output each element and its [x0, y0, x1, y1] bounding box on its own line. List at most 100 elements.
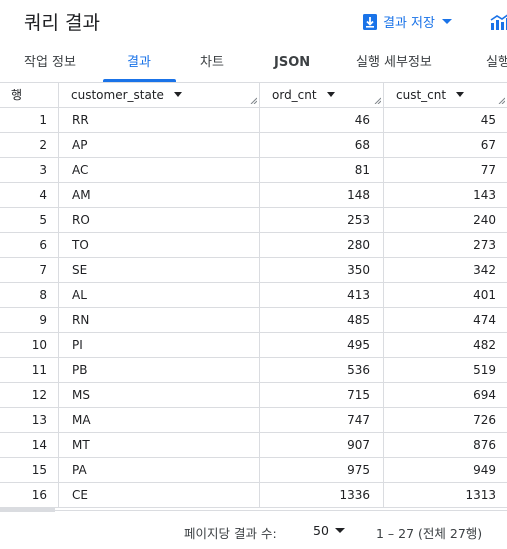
table-row[interactable]: 12 MS 715 694 [0, 383, 507, 408]
cell-ord-cnt[interactable]: 413 [260, 283, 384, 308]
column-header-customer-state[interactable]: customer_state [59, 83, 260, 108]
per-page-value: 50 [313, 523, 329, 538]
cell-cust-cnt[interactable]: 694 [384, 383, 507, 408]
cell-customer-state[interactable]: MA [59, 408, 260, 433]
cell-ord-cnt[interactable]: 485 [260, 308, 384, 333]
column-resize-handle[interactable] [374, 97, 381, 104]
cell-customer-state[interactable]: SE [59, 258, 260, 283]
table-row[interactable]: 5 RO 253 240 [0, 208, 507, 233]
row-number: 11 [0, 358, 59, 383]
download-icon [363, 13, 377, 30]
cell-customer-state[interactable]: MS [59, 383, 260, 408]
cell-ord-cnt[interactable]: 68 [260, 133, 384, 158]
tab-execution-details[interactable]: 실행 세부정보 [356, 44, 432, 82]
cell-customer-state[interactable]: PA [59, 458, 260, 483]
cell-cust-cnt[interactable]: 77 [384, 158, 507, 183]
cell-cust-cnt[interactable]: 240 [384, 208, 507, 233]
cell-ord-cnt[interactable]: 975 [260, 458, 384, 483]
cell-cust-cnt[interactable]: 143 [384, 183, 507, 208]
result-tabs: 작업 정보 결과 차트 JSON 실행 세부정보 실행 [0, 44, 507, 83]
cell-customer-state[interactable]: RO [59, 208, 260, 233]
column-header-cust-cnt[interactable]: cust_cnt [384, 83, 507, 108]
chart-explore-icon[interactable] [490, 13, 507, 31]
cell-customer-state[interactable]: CE [59, 483, 260, 508]
cell-cust-cnt[interactable]: 273 [384, 233, 507, 258]
cell-ord-cnt[interactable]: 350 [260, 258, 384, 283]
row-number: 1 [0, 108, 59, 133]
table-row[interactable]: 11 PB 536 519 [0, 358, 507, 383]
cell-cust-cnt[interactable]: 342 [384, 258, 507, 283]
cell-customer-state[interactable]: MT [59, 433, 260, 458]
column-resize-handle[interactable] [250, 97, 257, 104]
cell-cust-cnt[interactable]: 474 [384, 308, 507, 333]
cell-ord-cnt[interactable]: 46 [260, 108, 384, 133]
cell-cust-cnt[interactable]: 949 [384, 458, 507, 483]
cell-customer-state[interactable]: AP [59, 133, 260, 158]
row-number: 14 [0, 433, 59, 458]
cell-ord-cnt[interactable]: 495 [260, 333, 384, 358]
table-row[interactable]: 10 PI 495 482 [0, 333, 507, 358]
cell-customer-state[interactable]: TO [59, 233, 260, 258]
table-row[interactable]: 9 RN 485 474 [0, 308, 507, 333]
cell-customer-state[interactable]: RR [59, 108, 260, 133]
per-page-select[interactable]: 50 [313, 523, 345, 538]
cell-cust-cnt[interactable]: 876 [384, 433, 507, 458]
pagination-footer: 페이지당 결과 수: 50 1 – 27 (전체 27행) [0, 510, 507, 549]
cell-ord-cnt[interactable]: 907 [260, 433, 384, 458]
table-header-row: 행 customer_state ord_cnt cust_cnt [0, 83, 507, 108]
tab-job-info[interactable]: 작업 정보 [24, 44, 76, 82]
results-table: 행 customer_state ord_cnt cust_cnt 1 RR 46 4… [0, 83, 507, 508]
cell-ord-cnt[interactable]: 747 [260, 408, 384, 433]
cell-cust-cnt[interactable]: 482 [384, 333, 507, 358]
cell-cust-cnt[interactable]: 401 [384, 283, 507, 308]
table-row[interactable]: 14 MT 907 876 [0, 433, 507, 458]
cell-customer-state[interactable]: RN [59, 308, 260, 333]
cell-ord-cnt[interactable]: 536 [260, 358, 384, 383]
row-number: 5 [0, 208, 59, 233]
cell-customer-state[interactable]: AM [59, 183, 260, 208]
chevron-down-icon [441, 19, 452, 24]
cell-customer-state[interactable]: PI [59, 333, 260, 358]
cell-ord-cnt[interactable]: 81 [260, 158, 384, 183]
tab-execution-graph[interactable]: 실행 [486, 44, 507, 82]
sort-menu-icon[interactable] [456, 92, 465, 97]
tab-results[interactable]: 결과 [127, 44, 151, 82]
table-row[interactable]: 8 AL 413 401 [0, 283, 507, 308]
cell-cust-cnt[interactable]: 67 [384, 133, 507, 158]
cell-ord-cnt[interactable]: 280 [260, 233, 384, 258]
cell-ord-cnt[interactable]: 715 [260, 383, 384, 408]
table-row[interactable]: 2 AP 68 67 [0, 133, 507, 158]
page-title: 쿼리 결과 [24, 12, 100, 34]
sort-menu-icon[interactable] [326, 92, 335, 97]
tab-chart[interactable]: 차트 [200, 44, 224, 82]
cell-customer-state[interactable]: PB [59, 358, 260, 383]
table-row[interactable]: 4 AM 148 143 [0, 183, 507, 208]
table-row[interactable]: 6 TO 280 273 [0, 233, 507, 258]
column-header-ord-cnt[interactable]: ord_cnt [260, 83, 384, 108]
cell-cust-cnt[interactable]: 726 [384, 408, 507, 433]
cell-cust-cnt[interactable]: 45 [384, 108, 507, 133]
cell-ord-cnt[interactable]: 148 [260, 183, 384, 208]
sort-menu-icon[interactable] [173, 92, 182, 97]
cell-customer-state[interactable]: AC [59, 158, 260, 183]
cell-ord-cnt[interactable]: 1336 [260, 483, 384, 508]
row-number: 9 [0, 308, 59, 333]
table-row[interactable]: 13 MA 747 726 [0, 408, 507, 433]
save-results-button[interactable]: 결과 저장 [363, 12, 452, 31]
row-number: 2 [0, 133, 59, 158]
row-number: 6 [0, 233, 59, 258]
table-row[interactable]: 7 SE 350 342 [0, 258, 507, 283]
row-number: 3 [0, 158, 59, 183]
table-row[interactable]: 15 PA 975 949 [0, 458, 507, 483]
cell-cust-cnt[interactable]: 1313 [384, 483, 507, 508]
cell-cust-cnt[interactable]: 519 [384, 358, 507, 383]
row-number: 16 [0, 483, 59, 508]
tab-json[interactable]: JSON [274, 44, 310, 82]
column-resize-handle[interactable] [498, 97, 505, 104]
cell-ord-cnt[interactable]: 253 [260, 208, 384, 233]
cell-customer-state[interactable]: AL [59, 283, 260, 308]
table-row[interactable]: 1 RR 46 45 [0, 108, 507, 133]
table-row[interactable]: 3 AC 81 77 [0, 158, 507, 183]
row-number: 10 [0, 333, 59, 358]
table-row[interactable]: 16 CE 1336 1313 [0, 483, 507, 508]
